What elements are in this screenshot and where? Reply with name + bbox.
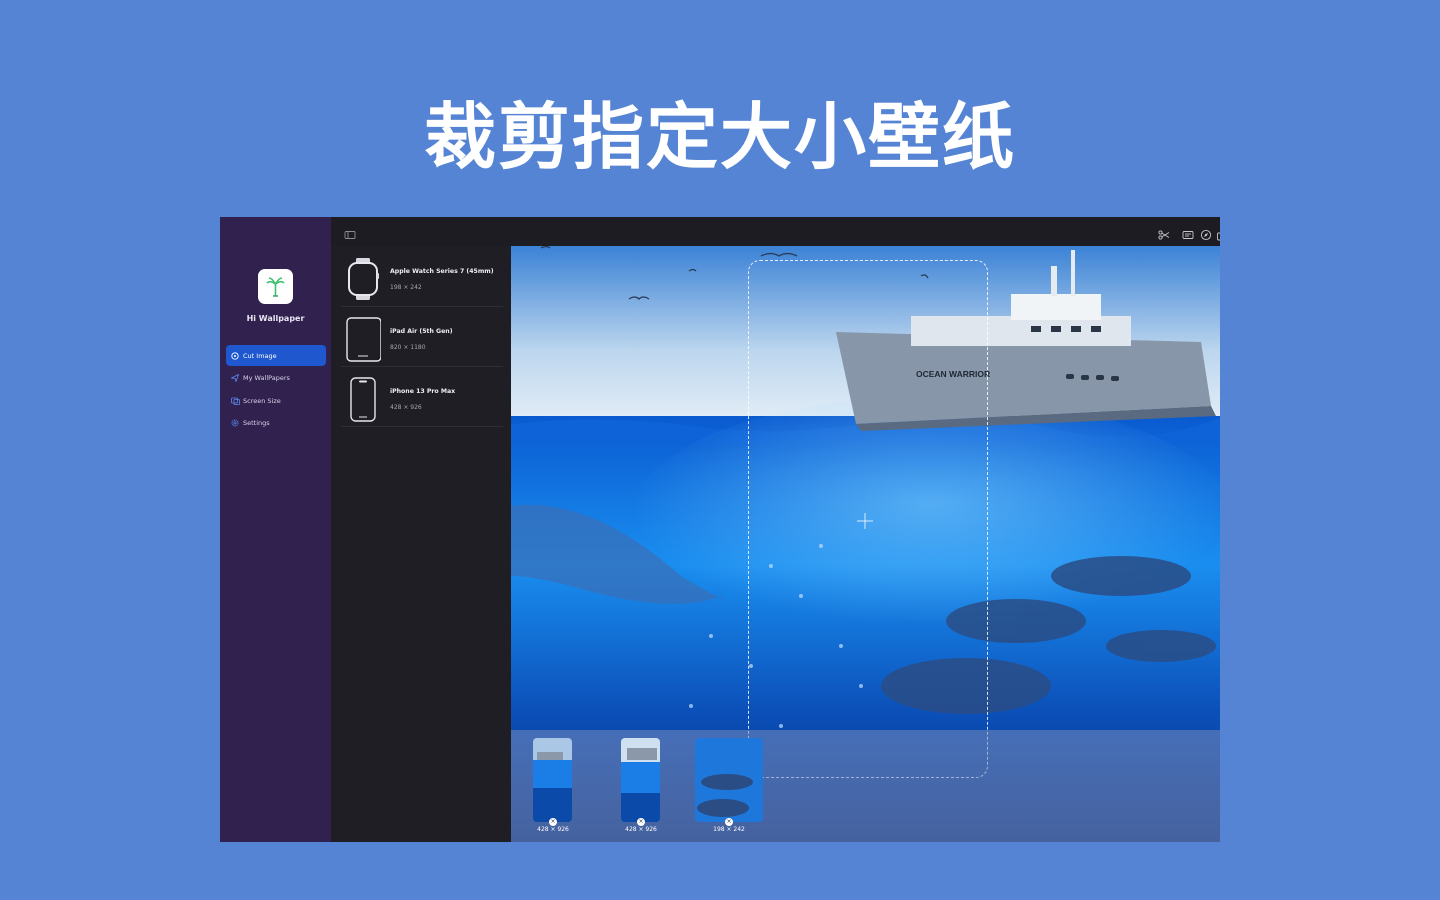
device-size: 428 × 926 [390, 404, 422, 411]
sidebar-nav: Cut Image My WallPapers Screen Size Sett… [226, 345, 326, 435]
thumbnail-2[interactable] [621, 738, 660, 822]
device-size: 198 × 242 [390, 284, 422, 291]
sidebar-item-settings[interactable]: Settings [226, 413, 326, 434]
crosshair-icon [855, 511, 875, 531]
thumbnail-3-remove-icon[interactable]: × [725, 818, 733, 826]
screens-icon [230, 396, 240, 406]
thumbnail-bar: × 428 × 926 × 428 × 926 × 198 × 242 [511, 730, 1220, 842]
sidebar: Hi Wallpaper Cut Image My WallPapers Scr… [220, 217, 331, 842]
device-name: iPad Air (5th Gen) [390, 328, 453, 335]
paperplane-icon [230, 373, 240, 383]
image-canvas[interactable]: OCEAN WARRIOR × 428 × 926 × 428 × 926 × … [511, 246, 1220, 842]
device-row-ipad-air[interactable]: iPad Air (5th Gen) 820 × 1180 [341, 308, 503, 367]
device-row-iphone[interactable]: iPhone 13 Pro Max 428 × 926 [341, 368, 503, 427]
app-window: Hi Wallpaper Cut Image My WallPapers Scr… [220, 217, 1220, 842]
thumbnail-label: 428 × 926 [537, 826, 569, 833]
thumbnail-label: 198 × 242 [713, 826, 745, 833]
thumbnail-1-remove-icon[interactable]: × [549, 818, 557, 826]
image-stack-icon[interactable] [1182, 226, 1194, 239]
scissors-icon[interactable] [1158, 226, 1170, 240]
sidebar-toggle-icon[interactable] [344, 226, 356, 239]
sidebar-item-screen-size[interactable]: Screen Size [226, 390, 326, 411]
thumbnail-label: 428 × 926 [625, 826, 657, 833]
scissors-circle-icon [230, 351, 240, 361]
device-row-apple-watch[interactable]: Apple Watch Series 7 (45mm) 198 × 242 [341, 248, 503, 307]
sidebar-item-label: My WallPapers [243, 374, 290, 382]
sidebar-item-label: Cut Image [243, 351, 277, 360]
sidebar-item-my-wallpapers[interactable]: My WallPapers [226, 368, 326, 389]
iphone-icon [345, 376, 381, 422]
sidebar-item-cut-image[interactable]: Cut Image [226, 345, 326, 366]
device-size: 820 × 1180 [390, 344, 426, 351]
thumbnail-3[interactable] [695, 738, 763, 822]
thumbnail-1[interactable] [533, 738, 572, 822]
compass-icon[interactable] [1200, 226, 1212, 241]
sidebar-item-label: Settings [243, 419, 270, 427]
thumbnail-2-remove-icon[interactable]: × [637, 818, 645, 826]
app-name: Hi Wallpaper [246, 314, 305, 323]
sidebar-item-label: Screen Size [243, 396, 281, 405]
palm-tree-icon [266, 277, 285, 297]
apple-watch-icon [345, 256, 381, 302]
export-icon[interactable] [1216, 226, 1220, 241]
device-name: iPhone 13 Pro Max [390, 388, 456, 395]
ipad-icon [345, 316, 382, 362]
device-name: Apple Watch Series 7 (45mm) [390, 268, 494, 275]
toolbar [331, 217, 1220, 246]
device-list: Apple Watch Series 7 (45mm) 198 × 242 iP… [331, 246, 511, 842]
app-logo [258, 269, 293, 304]
hero-title: 裁剪指定大小壁纸 [423, 95, 1016, 179]
gear-icon [230, 418, 240, 428]
